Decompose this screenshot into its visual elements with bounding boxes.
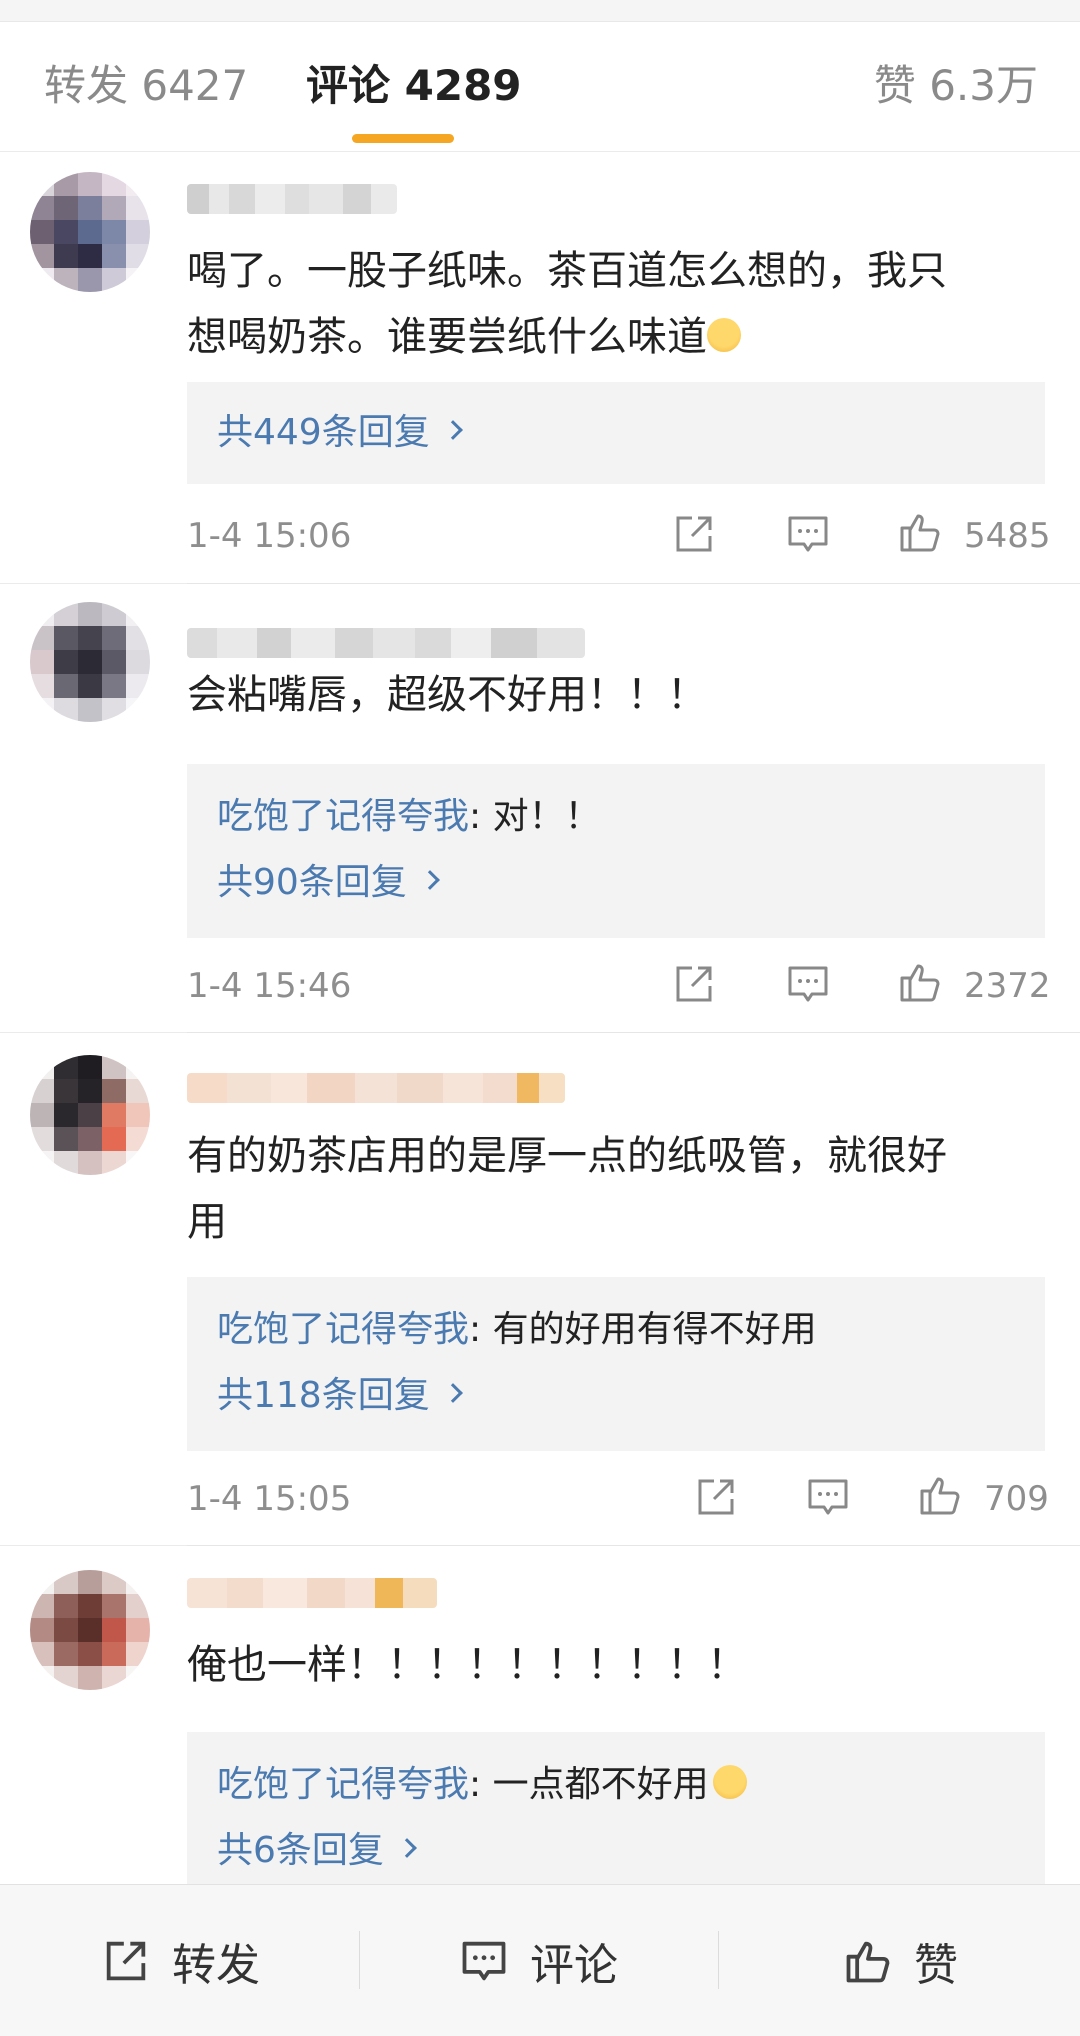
view-replies-link[interactable]: 共6条回复 bbox=[217, 1828, 417, 1874]
avatar[interactable] bbox=[30, 172, 150, 292]
username-blurred[interactable] bbox=[187, 1073, 565, 1103]
comment-list: 喝了。一股子纸味。茶百道怎么想的，我只 想喝奶茶。谁要尝纸什么味道 共449条回… bbox=[0, 152, 1080, 1884]
repost-label: 转发 bbox=[172, 1940, 260, 1991]
comment-label: 评论 bbox=[530, 1940, 618, 1991]
separator bbox=[359, 1931, 360, 1989]
comment-icon[interactable] bbox=[804, 1473, 852, 1521]
tab-repost[interactable]: 转发 6427 bbox=[44, 60, 248, 112]
chevron-right-icon bbox=[419, 870, 440, 890]
thumbs-up-icon[interactable] bbox=[916, 1471, 964, 1519]
like-count: 5485 bbox=[964, 516, 1051, 556]
share-icon[interactable] bbox=[670, 510, 718, 558]
avatar[interactable] bbox=[30, 1570, 150, 1690]
reply-preview-box[interactable]: 吃饱了记得夸我: 有的好用有得不好用 共118条回复 bbox=[187, 1277, 1045, 1451]
view-replies-link[interactable]: 共90条回复 bbox=[217, 860, 440, 906]
bottom-action-bar: 转发 评论 赞 bbox=[0, 1884, 1080, 2036]
tab-comments[interactable]: 评论 4289 bbox=[306, 60, 522, 112]
username-blurred[interactable] bbox=[187, 628, 585, 658]
avatar[interactable] bbox=[30, 602, 150, 722]
comment-button[interactable]: 评论 bbox=[458, 1885, 618, 2036]
sweat-emoji-icon bbox=[707, 318, 741, 352]
comment-text: 有的奶茶店用的是厚一点的纸吸管，就很好 用 bbox=[187, 1133, 947, 1245]
comment-item: 喝了。一股子纸味。茶百道怎么想的，我只 想喝奶茶。谁要尝纸什么味道 共449条回… bbox=[0, 152, 1080, 584]
like-count: 2372 bbox=[964, 966, 1051, 1006]
comment-text: 喝了。一股子纸味。茶百道怎么想的，我只 想喝奶茶。谁要尝纸什么味道 bbox=[187, 248, 947, 360]
top-strip bbox=[0, 0, 1080, 22]
comment-icon[interactable] bbox=[784, 510, 832, 558]
reply-preview: 吃饱了记得夸我: 对！！ bbox=[217, 796, 601, 837]
comment-text: 俺也一样！！！！！！！！！！ bbox=[187, 1642, 747, 1688]
username-blurred[interactable] bbox=[187, 1578, 437, 1608]
comment-item: 会粘嘴唇，超级不好用！！！ 吃饱了记得夸我: 对！！ 共90条回复 1-4 15… bbox=[0, 584, 1080, 1033]
thumbs-up-icon bbox=[846, 1941, 890, 1983]
tab-bar: 转发 6427 评论 4289 赞 6.3万 bbox=[0, 22, 1080, 152]
comment-item: 有的奶茶店用的是厚一点的纸吸管，就很好 用 吃饱了记得夸我: 有的好用有得不好用… bbox=[0, 1033, 1080, 1546]
repost-button[interactable]: 转发 bbox=[100, 1885, 260, 2036]
reply-username[interactable]: 吃饱了记得夸我 bbox=[217, 1309, 469, 1350]
comment-timestamp: 1-4 15:06 bbox=[187, 516, 352, 556]
tab-likes[interactable]: 赞 6.3万 bbox=[874, 60, 1038, 112]
reply-preview-box[interactable]: 吃饱了记得夸我: 对！！ 共90条回复 bbox=[187, 764, 1045, 938]
reply-username[interactable]: 吃饱了记得夸我 bbox=[217, 796, 469, 837]
view-replies-link[interactable]: 共118条回复 bbox=[217, 1373, 463, 1419]
chevron-right-icon bbox=[442, 1383, 463, 1403]
username-blurred[interactable] bbox=[187, 184, 397, 214]
comment-text: 会粘嘴唇，超级不好用！！！ bbox=[187, 672, 707, 718]
chevron-right-icon bbox=[397, 1838, 417, 1858]
like-label: 赞 bbox=[914, 1940, 958, 1991]
comment-timestamp: 1-4 15:05 bbox=[187, 1479, 352, 1519]
share-icon[interactable] bbox=[670, 960, 718, 1008]
avatar[interactable] bbox=[30, 1055, 150, 1175]
share-icon[interactable] bbox=[692, 1473, 740, 1521]
comment-icon[interactable] bbox=[784, 960, 832, 1008]
like-count: 709 bbox=[984, 1479, 1049, 1519]
share-icon bbox=[106, 1941, 146, 1981]
crying-emoji-icon bbox=[712, 1765, 747, 1799]
thumbs-up-icon[interactable] bbox=[896, 508, 944, 556]
reply-preview-box[interactable]: 共449条回复 bbox=[187, 382, 1045, 484]
view-replies-link[interactable]: 共449条回复 bbox=[217, 410, 463, 456]
like-button[interactable]: 赞 bbox=[842, 1885, 958, 2036]
comment-timestamp: 1-4 15:46 bbox=[187, 966, 352, 1006]
reply-preview: 吃饱了记得夸我: 一点都不好用 bbox=[217, 1762, 747, 1808]
active-tab-indicator bbox=[352, 134, 454, 143]
comment-item: 俺也一样！！！！！！！！！！ 吃饱了记得夸我: 一点都不好用 共6条回复 bbox=[0, 1546, 1080, 1884]
comment-icon bbox=[462, 1941, 506, 1981]
reply-preview: 吃饱了记得夸我: 有的好用有得不好用 bbox=[217, 1309, 817, 1350]
chevron-right-icon bbox=[442, 420, 463, 440]
reply-preview-box[interactable]: 吃饱了记得夸我: 一点都不好用 共6条回复 bbox=[187, 1732, 1045, 1884]
separator bbox=[718, 1931, 719, 1989]
reply-username[interactable]: 吃饱了记得夸我 bbox=[217, 1764, 469, 1805]
thumbs-up-icon[interactable] bbox=[896, 958, 944, 1006]
